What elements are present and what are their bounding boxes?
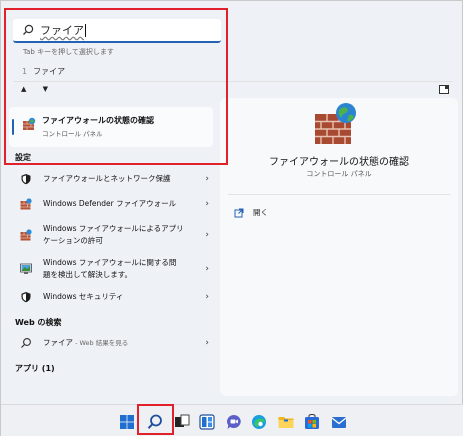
apps-heading: アプリ (1) <box>15 364 55 373</box>
edge-icon[interactable] <box>250 413 268 431</box>
settings-item-defender-firewall[interactable]: Windows Defender ファイアウォール › <box>13 198 209 210</box>
chevron-right-icon: › <box>205 230 209 240</box>
troubleshoot-icon <box>20 263 32 274</box>
search-icon <box>21 338 31 348</box>
detail-subtitle: コントロール パネル <box>306 170 372 178</box>
teams-chat-icon[interactable] <box>225 413 243 431</box>
open-action[interactable]: 開く <box>234 207 268 218</box>
start-search-panel: ファイア Tab キーを押して選択します 1 ファイア ▲ ▼ ファイアウォールの… <box>0 0 463 436</box>
web-search-heading: Web の検索 <box>15 318 62 327</box>
chevron-right-icon: › <box>205 199 209 209</box>
ime-expand-icon[interactable] <box>439 85 449 94</box>
mail-icon[interactable] <box>330 413 348 431</box>
file-explorer-icon[interactable] <box>277 413 295 431</box>
detail-divider <box>228 194 450 195</box>
shield-icon <box>21 174 31 185</box>
store-icon[interactable] <box>303 413 321 431</box>
settings-item-troubleshoot-firewall[interactable]: Windows ファイアウォールに関する問 題を検出して解決します。 › <box>13 257 209 281</box>
open-external-icon <box>234 208 244 217</box>
shield-icon <box>21 292 31 303</box>
taskbar <box>1 404 463 436</box>
settings-item-firewall-network-protection[interactable]: ファイアウォールとネットワーク保護 › <box>13 173 209 185</box>
settings-item-windows-security[interactable]: Windows セキュリティ › <box>13 291 209 303</box>
firewall-icon <box>315 103 356 144</box>
settings-item-allow-app[interactable]: Windows ファイアウォールによるアプリ ケーションの許可 › <box>13 223 209 247</box>
result-detail-pane: ファイアウォールの状態の確認 コントロール パネル 開く <box>220 98 458 396</box>
chevron-right-icon: › <box>205 338 209 348</box>
chevron-right-icon: › <box>205 264 209 274</box>
chevron-right-icon: › <box>205 174 209 184</box>
windows-start-icon[interactable] <box>118 413 136 431</box>
highlight-box-search-area <box>4 8 228 165</box>
web-search-result[interactable]: ファイア - Web 結果を見る › <box>13 337 209 349</box>
firewall-icon <box>20 198 32 210</box>
widgets-icon[interactable] <box>198 413 216 431</box>
task-view-icon[interactable] <box>173 413 191 431</box>
highlight-box-search-button <box>137 404 174 435</box>
detail-title: ファイアウォールの状態の確認 <box>269 157 409 168</box>
firewall-icon <box>20 229 32 241</box>
chevron-right-icon: › <box>205 292 209 302</box>
